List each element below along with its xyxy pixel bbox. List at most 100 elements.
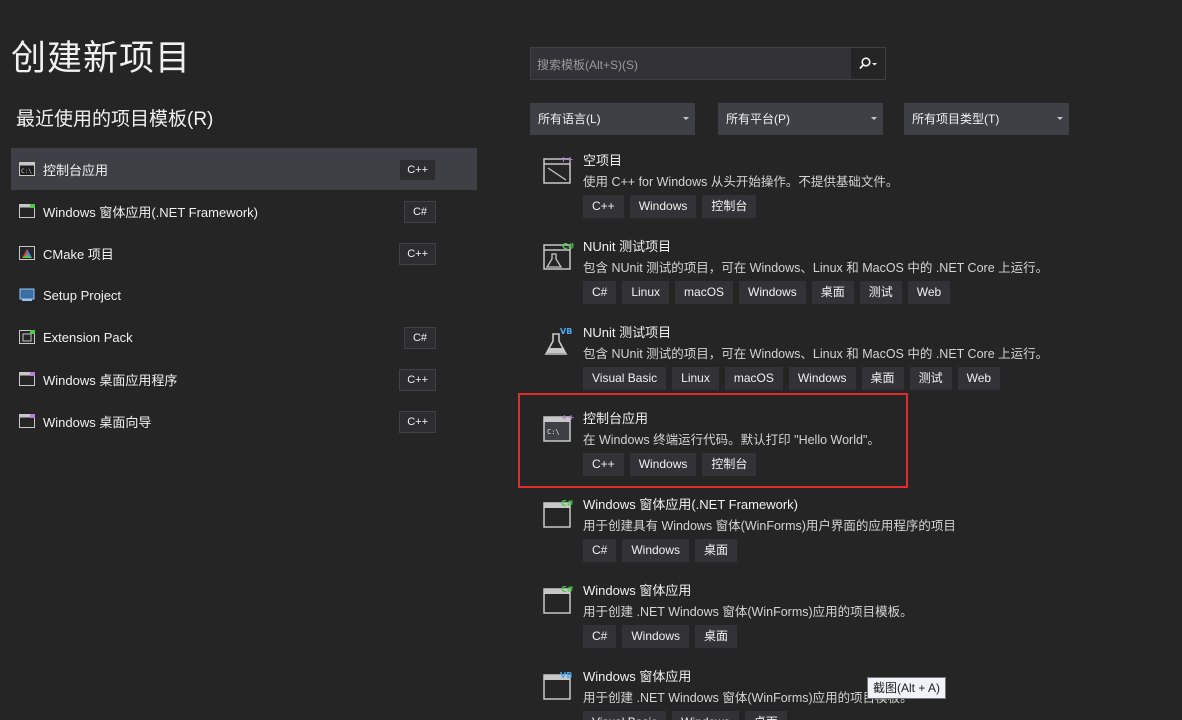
recent-item-label: Windows 桌面向导 [43,414,152,430]
tag: 控制台 [702,195,757,218]
windows-forms-icon: C# [543,585,574,614]
svg-text:VB: VB [560,327,572,336]
tag: 桌面 [744,711,787,720]
tag: 桌面 [811,281,854,304]
template-tags: C# Linux macOS Windows 桌面 测试 Web [583,281,951,304]
template-description: 使用 C++ for Windows 从头开始操作。不提供基础文件。 [583,175,899,189]
template-search-box [530,47,886,81]
empty-project-icon: ++ [543,155,573,184]
recent-item-setup-project[interactable]: Setup Project [11,274,477,316]
tag: Web [907,281,951,304]
chevron-down-icon [871,117,877,120]
platform-filter-value: 所有平台(P) [726,112,790,126]
template-item-console-app[interactable]: C:\ ++ 控制台应用 在 Windows 终端运行代码。默认打印 "Hello… [530,406,1050,492]
template-description: 用于创建 .NET Windows 窗体(WinForms)应用的项目模板。 [583,605,913,619]
template-item-empty-project[interactable]: ++ 空项目 使用 C++ for Windows 从头开始操作。不提供基础文件… [530,148,1050,234]
language-tag: C++ [399,159,436,181]
recent-item-desktop-app[interactable]: Windows 桌面应用程序 C++ [11,358,477,400]
console-app-icon: C:\++ [543,413,574,442]
windows-forms-icon [19,204,35,218]
tag: 测试 [909,367,952,390]
tag: 测试 [859,281,902,304]
recent-item-label: 控制台应用 [43,162,109,178]
template-item-windows-forms-vb[interactable]: VB Windows 窗体应用 用于创建 .NET Windows 窗体(Win… [530,664,1050,720]
template-item-windows-forms[interactable]: C# Windows 窗体应用 用于创建 .NET Windows 窗体(Win… [530,578,1050,664]
template-tags: Visual Basic Linux macOS Windows 桌面 测试 W… [583,367,1001,390]
tag: C++ [583,453,624,476]
svg-text:++: ++ [561,413,574,422]
recent-item-extension-pack[interactable]: Extension Pack C# [11,316,477,358]
template-name: Windows 窗体应用 [583,583,692,598]
recent-item-desktop-wizard[interactable]: Windows 桌面向导 C++ [11,400,477,442]
template-tags: C++ Windows 控制台 [583,195,757,218]
search-button[interactable] [851,48,885,79]
template-description: 用于创建 .NET Windows 窗体(WinForms)应用的项目模板。 [583,691,913,705]
cmake-icon [19,246,35,260]
platform-filter-dropdown[interactable]: 所有平台(P) [718,103,883,135]
template-name: Windows 窗体应用(.NET Framework) [583,497,799,512]
tag: Web [957,367,1001,390]
screenshot-tooltip: 截图(Alt + A) [867,677,947,699]
tag: C# [583,625,617,648]
project-type-filter-dropdown[interactable]: 所有项目类型(T) [904,103,1069,135]
template-name: NUnit 测试项目 [583,325,672,340]
recent-item-windows-forms-framework[interactable]: Windows 窗体应用(.NET Framework) C# [11,190,477,232]
tag: Windows [788,367,856,390]
template-item-nunit-csharp[interactable]: C# NUnit 测试项目 包含 NUnit 测试的项目，可在 Windows、… [530,234,1050,320]
tag: Windows [629,195,697,218]
tag: Visual Basic [583,711,667,720]
desktop-app-icon [19,372,35,386]
template-item-nunit-vb[interactable]: VB NUnit 测试项目 包含 NUnit 测试的项目，可在 Windows、… [530,320,1050,406]
svg-text:C:\: C:\ [21,168,32,175]
tag: Linux [622,281,670,304]
nunit-vb-icon: VB [544,327,572,355]
template-name: 空项目 [583,153,623,168]
svg-text:C#: C# [561,585,574,594]
project-template-list: ++ 空项目 使用 C++ for Windows 从头开始操作。不提供基础文件… [530,148,1050,720]
language-filter-dropdown[interactable]: 所有语言(L) [530,103,695,135]
recent-item-console-app[interactable]: C:\ 控制台应用 C++ [11,148,477,190]
recent-item-label: Setup Project [43,287,122,303]
language-tag: C++ [399,369,436,391]
tag: Windows [622,539,690,562]
svg-text:C#: C# [561,499,574,508]
tag: Visual Basic [583,367,667,390]
template-description: 用于创建具有 Windows 窗体(WinForms)用户界面的应用程序的项目 [583,519,956,533]
recent-templates-list: C:\ 控制台应用 C++ Windows 窗体应用(.NET Framewor… [11,148,477,442]
template-description: 包含 NUnit 测试的项目，可在 Windows、Linux 和 MacOS … [583,261,1049,275]
nunit-csharp-icon: C# [543,242,574,270]
template-name: Windows 窗体应用 [583,669,692,684]
template-item-windows-forms-framework[interactable]: C# Windows 窗体应用(.NET Framework) 用于创建具有 W… [530,492,1050,578]
template-tags: C# Windows 桌面 [583,625,738,648]
language-tag: C# [404,201,436,223]
tag: C# [583,281,617,304]
windows-forms-icon: C# [543,499,574,528]
tag: Windows [672,711,739,720]
windows-forms-vb-icon: VB [543,671,572,700]
search-input[interactable] [535,48,849,81]
recent-item-cmake[interactable]: CMake 项目 C++ [11,232,477,274]
tag: 桌面 [695,625,738,648]
svg-text:C#: C# [562,242,574,251]
tag: macOS [675,281,734,304]
recent-item-label: Windows 桌面应用程序 [43,372,178,388]
template-tags: C++ Windows 控制台 [583,453,757,476]
tag: macOS [724,367,783,390]
search-icon [859,56,877,69]
template-name: 控制台应用 [583,411,649,426]
desktop-wizard-icon [19,414,35,428]
recent-item-label: CMake 项目 [43,246,114,262]
setup-project-icon [19,288,35,301]
language-tag: C# [404,327,436,349]
svg-text:C:\: C:\ [547,428,560,436]
template-description: 在 Windows 终端运行代码。默认打印 "Hello World"。 [583,433,880,447]
tag: C# [583,539,617,562]
template-tags: C# Windows 桌面 [583,539,738,562]
tag: Windows [622,625,690,648]
recent-item-label: Extension Pack [43,329,133,345]
recent-item-label: Windows 窗体应用(.NET Framework) [43,204,259,220]
tag: Windows [739,281,806,304]
recent-templates-heading: 最近使用的项目模板(R) [16,109,214,130]
project-type-filter-value: 所有项目类型(T) [912,112,1000,126]
chevron-down-icon [1057,117,1063,120]
